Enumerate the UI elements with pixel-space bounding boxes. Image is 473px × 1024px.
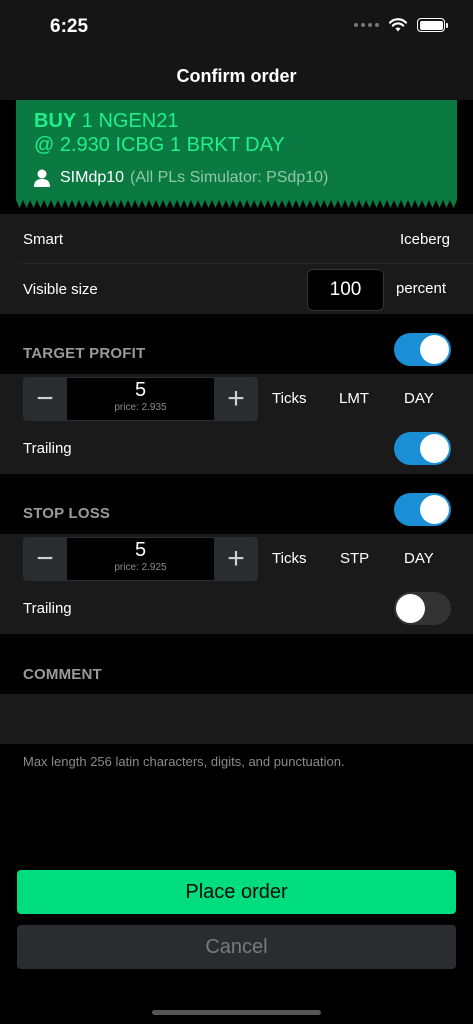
- comment-hint: Max length 256 latin characters, digits,…: [23, 754, 345, 769]
- order-route-label: Smart: [23, 230, 64, 248]
- order-side: BUY: [34, 110, 77, 132]
- target-profit-decrement-button[interactable]: −: [23, 377, 67, 421]
- order-summary-line1: BUY 1 NGEN21: [34, 109, 439, 133]
- target-profit-trailing-toggle[interactable]: [394, 432, 451, 465]
- order-account: SIMdp10 (All PLs Simulator: PSdp10): [34, 169, 439, 187]
- stop-loss-header: STOP LOSS: [23, 505, 111, 522]
- target-profit-value-field[interactable]: 5 price: 2.935: [67, 378, 214, 420]
- target-profit-trailing-label: Trailing: [23, 440, 72, 457]
- account-id: SIMdp10: [60, 169, 125, 186]
- stop-loss-unit[interactable]: Ticks: [272, 550, 306, 567]
- stop-loss-trailing-label: Trailing: [23, 600, 72, 617]
- stop-loss-order-type[interactable]: STP: [340, 550, 369, 567]
- target-profit-increment-button[interactable]: +: [214, 377, 258, 421]
- visible-size-input[interactable]: 100: [307, 269, 384, 311]
- stop-loss-price: price: 2.925: [114, 562, 167, 573]
- order-type-value: Iceberg: [399, 230, 450, 248]
- battery-icon: [417, 18, 448, 32]
- stop-loss-ticks: 5: [134, 539, 147, 561]
- place-order-button[interactable]: Place order: [17, 870, 456, 914]
- comment-input[interactable]: [0, 694, 473, 744]
- target-profit-ticks: 5: [134, 379, 147, 401]
- target-profit-section: − 5 price: 2.935 + Ticks LMT DAY Trailin…: [0, 374, 473, 474]
- status-time: 6:25: [50, 16, 89, 37]
- target-profit-tif[interactable]: DAY: [404, 390, 434, 407]
- stop-loss-toggle[interactable]: [394, 493, 451, 526]
- stop-loss-value-field[interactable]: 5 price: 2.925: [67, 538, 214, 580]
- wifi-icon: [389, 18, 407, 32]
- order-summary-ticket: BUY 1 NGEN21 @ 2.930 ICBG 1 BRKT DAY SIM…: [16, 100, 457, 200]
- page-title: Confirm order: [176, 66, 297, 86]
- visible-size-row: Visible size 100 percent: [0, 264, 473, 314]
- order-quantity-symbol: 1 NGEN21: [76, 110, 179, 132]
- target-profit-unit[interactable]: Ticks: [272, 390, 306, 407]
- stop-loss-stepper: − 5 price: 2.925 +: [23, 537, 258, 581]
- target-profit-toggle[interactable]: [394, 333, 451, 366]
- stop-loss-trailing-toggle[interactable]: [394, 592, 451, 625]
- visible-size-label: Visible size: [23, 280, 98, 298]
- target-profit-price: price: 2.935: [114, 402, 167, 413]
- stop-loss-decrement-button[interactable]: −: [23, 537, 67, 581]
- ticket-zigzag-edge: [16, 200, 457, 208]
- status-bar: 6:25: [0, 0, 473, 54]
- cellular-icon: [354, 23, 379, 27]
- target-profit-header: TARGET PROFIT: [23, 345, 146, 362]
- stop-loss-increment-button[interactable]: +: [214, 537, 258, 581]
- stop-loss-section: − 5 price: 2.925 + Ticks STP DAY Trailin…: [0, 534, 473, 634]
- person-icon: [34, 169, 50, 187]
- cancel-button[interactable]: Cancel: [17, 925, 456, 969]
- home-indicator: [152, 1010, 321, 1015]
- account-description: (All PLs Simulator: PSdp10): [130, 169, 329, 186]
- order-summary-line2: @ 2.930 ICBG 1 BRKT DAY: [34, 134, 285, 156]
- target-profit-order-type[interactable]: LMT: [339, 390, 369, 407]
- target-profit-stepper: − 5 price: 2.935 +: [23, 377, 258, 421]
- nav-bar: Confirm order: [0, 54, 473, 100]
- order-type-section: Smart Iceberg Visible size 100 percent: [0, 214, 473, 314]
- order-type-row[interactable]: Smart Iceberg: [0, 214, 473, 264]
- status-icons: [354, 18, 448, 32]
- stop-loss-tif[interactable]: DAY: [404, 550, 434, 567]
- visible-size-unit: percent: [396, 280, 447, 297]
- comment-header: COMMENT: [23, 666, 102, 683]
